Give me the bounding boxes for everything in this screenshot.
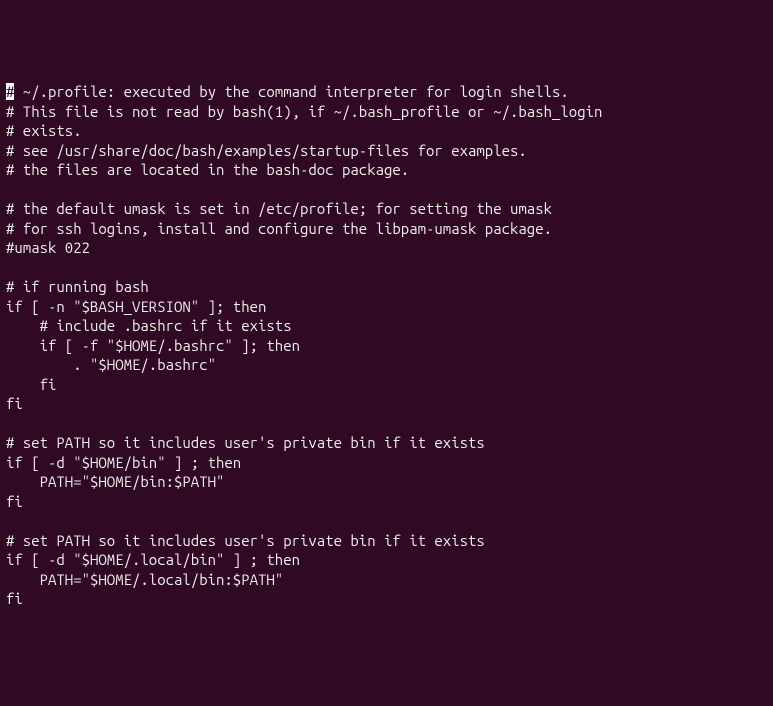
line-text: ~/.profile: executed by the command inte… bbox=[14, 83, 568, 100]
terminal-line: if [ -f "$HOME/.bashrc" ]; then bbox=[6, 336, 767, 356]
terminal-line: # for ssh logins, install and configure … bbox=[6, 219, 767, 239]
terminal-line: if [ -d "$HOME/.local/bin" ] ; then bbox=[6, 550, 767, 570]
terminal-line: # the files are located in the bash-doc … bbox=[6, 160, 767, 180]
terminal-line: PATH="$HOME/bin:$PATH" bbox=[6, 472, 767, 492]
terminal-line bbox=[6, 180, 767, 200]
terminal-line: # set PATH so it includes user's private… bbox=[6, 531, 767, 551]
terminal-line: # the default umask is set in /etc/profi… bbox=[6, 199, 767, 219]
terminal-line bbox=[6, 414, 767, 434]
terminal-output[interactable]: # ~/.profile: executed by the command in… bbox=[6, 82, 767, 609]
terminal-line: # set PATH so it includes user's private… bbox=[6, 433, 767, 453]
terminal-line: # exists. bbox=[6, 121, 767, 141]
terminal-line: . "$HOME/.bashrc" bbox=[6, 355, 767, 375]
terminal-line: if [ -d "$HOME/bin" ] ; then bbox=[6, 453, 767, 473]
terminal-line: fi bbox=[6, 589, 767, 609]
terminal-line: fi bbox=[6, 375, 767, 395]
terminal-line bbox=[6, 258, 767, 278]
terminal-line: if [ -n "$BASH_VERSION" ]; then bbox=[6, 297, 767, 317]
terminal-line bbox=[6, 511, 767, 531]
terminal-line: # if running bash bbox=[6, 277, 767, 297]
terminal-line: #umask 022 bbox=[6, 238, 767, 258]
terminal-line: # include .bashrc if it exists bbox=[6, 316, 767, 336]
terminal-line: # This file is not read by bash(1), if ~… bbox=[6, 102, 767, 122]
terminal-line: # ~/.profile: executed by the command in… bbox=[6, 82, 767, 102]
terminal-line: # see /usr/share/doc/bash/examples/start… bbox=[6, 141, 767, 161]
terminal-line: fi bbox=[6, 492, 767, 512]
terminal-line: fi bbox=[6, 394, 767, 414]
terminal-line: PATH="$HOME/.local/bin:$PATH" bbox=[6, 570, 767, 590]
